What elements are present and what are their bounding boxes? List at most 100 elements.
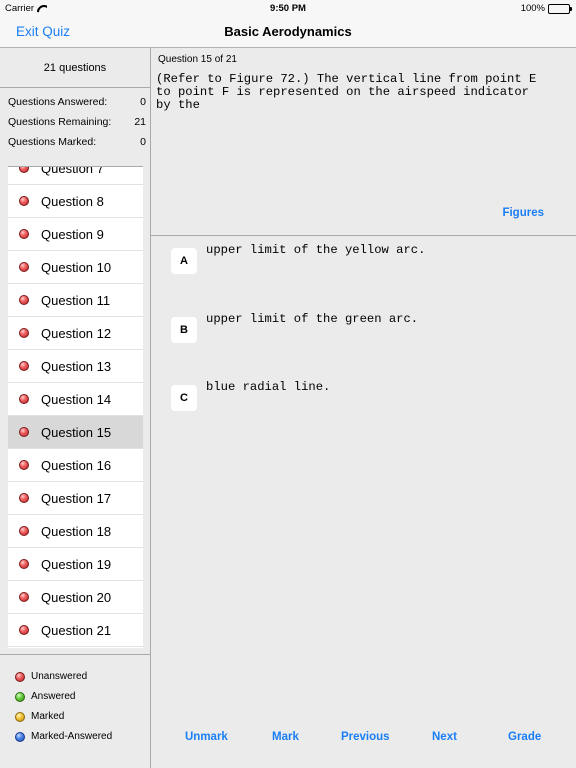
mark-button[interactable]: Mark [272, 731, 299, 743]
answer-option-a[interactable]: Aupper limit of the yellow arc. [171, 243, 425, 274]
navigation-bar: Exit Quiz Basic Aerodynamics [0, 16, 576, 48]
answer-text: blue radial line. [206, 380, 331, 394]
stat-label: Questions Answered: [8, 96, 108, 108]
question-list-item[interactable]: Question 13 [8, 350, 143, 383]
stat-value: 21 [134, 116, 146, 128]
question-list-item[interactable]: Question 19 [8, 548, 143, 581]
answer-letter: B [171, 317, 197, 343]
question-list-item[interactable]: Question 14 [8, 383, 143, 416]
battery-icon [548, 3, 572, 14]
legend-dot-icon [15, 732, 25, 742]
status-bar: Carrier 9:50 PM 100% [0, 0, 576, 16]
question-label: Question 19 [41, 556, 112, 572]
question-label: Question 21 [41, 622, 112, 638]
legend-label: Marked [31, 711, 65, 722]
legend-label: Marked-Answered [31, 731, 113, 742]
status-dot-icon [19, 229, 29, 239]
status-dot-icon [19, 526, 29, 536]
status-dot-icon [19, 328, 29, 338]
legend-label: Unanswered [31, 671, 88, 682]
unmark-button[interactable]: Unmark [185, 731, 228, 743]
question-list-item[interactable]: Question 9 [8, 218, 143, 251]
question-list[interactable]: Question 7 Question 8 Question 9 Question 1… [8, 166, 143, 648]
stat-row: Questions Marked: 0 [8, 134, 146, 154]
question-count: 21 questions [0, 48, 150, 88]
question-list-item[interactable]: Question 17 [8, 482, 143, 515]
stat-row: Questions Answered: 0 [8, 94, 146, 114]
legend-item: Unanswered [0, 667, 150, 687]
answer-letter: A [171, 248, 197, 274]
question-label: Question 18 [41, 523, 112, 539]
status-dot-icon [19, 361, 29, 371]
status-dot-icon [19, 167, 29, 173]
question-label: Question 12 [41, 325, 112, 341]
previous-button[interactable]: Previous [341, 731, 390, 743]
answer-option-b[interactable]: Bupper limit of the green arc. [171, 312, 418, 343]
status-dot-icon [19, 625, 29, 635]
status-dot-icon [19, 460, 29, 470]
status-time: 9:50 PM [270, 3, 306, 14]
question-text: (Refer to Figure 72.) The vertical line … [156, 73, 561, 112]
stat-row: Questions Remaining: 21 [8, 114, 146, 134]
question-list-item[interactable]: Question 18 [8, 515, 143, 548]
question-label: Question 7 [41, 166, 104, 176]
question-list-item[interactable]: Question 11 [8, 284, 143, 317]
main-area: Question 15 of 21 (Refer to Figure 72.) … [151, 48, 576, 768]
question-list-item[interactable]: Question 10 [8, 251, 143, 284]
question-list-item[interactable]: Question 8 [8, 185, 143, 218]
battery-percent: 100% [520, 3, 545, 14]
sidebar: 21 questions Questions Answered: 0 Questio… [0, 48, 150, 768]
question-label: Question 14 [41, 391, 112, 407]
question-text-line: by the [156, 98, 200, 112]
stats-panel: Questions Answered: 0 Questions Remaining:… [0, 88, 150, 166]
legend-dot-icon [15, 672, 25, 682]
bottom-toolbar: Unmark Mark Previous Next Grade [151, 731, 576, 751]
question-label: Question 9 [41, 226, 104, 242]
question-list-item[interactable]: Question 20 [8, 581, 143, 614]
next-button[interactable]: Next [432, 731, 457, 743]
stat-label: Questions Remaining: [8, 116, 112, 128]
question-label: Question 11 [41, 292, 111, 308]
answer-letter: C [171, 385, 197, 411]
status-dot-icon [19, 394, 29, 404]
question-list-item[interactable]: Question 21 [8, 614, 143, 647]
answer-text: upper limit of the green arc. [206, 312, 419, 326]
status-dot-icon [19, 559, 29, 569]
page-title: Basic Aerodynamics [224, 24, 352, 39]
legend-item: Marked-Answered [0, 727, 150, 747]
question-list-content: Question 7 Question 8 Question 9 Question 1… [8, 166, 143, 647]
status-dot-icon [19, 592, 29, 602]
answer-text: upper limit of the yellow arc. [206, 243, 426, 257]
legend-item: Marked [0, 707, 150, 727]
legend: Unanswered Answered Marked Marked-Answered [0, 654, 150, 747]
question-list-item[interactable]: Question 16 [8, 449, 143, 482]
stat-value: 0 [140, 96, 146, 108]
question-text-line: to point F is represented on the airspee… [156, 85, 529, 99]
status-dot-icon [19, 427, 29, 437]
stat-value: 0 [140, 136, 146, 148]
legend-label: Answered [31, 691, 76, 702]
question-label: Question 13 [41, 358, 112, 374]
question-list-item[interactable]: Question 7 [8, 166, 143, 185]
question-label: Question 17 [41, 490, 112, 506]
question-list-item[interactable]: Question 15 [8, 416, 143, 449]
figures-button[interactable]: Figures [502, 207, 544, 219]
grade-button[interactable]: Grade [508, 731, 541, 743]
status-dot-icon [19, 262, 29, 272]
question-header: Question 15 of 21 (Refer to Figure 72.) … [151, 48, 576, 236]
stat-label: Questions Marked: [8, 136, 97, 148]
question-label: Question 8 [41, 193, 104, 209]
status-dot-icon [19, 196, 29, 206]
question-list-item[interactable]: Question 12 [8, 317, 143, 350]
legend-dot-icon [15, 692, 25, 702]
question-number: Question 15 of 21 [158, 54, 237, 65]
status-dot-icon [19, 295, 29, 305]
question-label: Question 15 [41, 424, 112, 440]
legend-item: Answered [0, 687, 150, 707]
answer-option-c[interactable]: Cblue radial line. [171, 380, 330, 411]
question-label: Question 10 [41, 259, 112, 275]
legend-dot-icon [15, 712, 25, 722]
question-label: Question 20 [41, 589, 112, 605]
question-label: Question 16 [41, 457, 112, 473]
status-dot-icon [19, 493, 29, 503]
